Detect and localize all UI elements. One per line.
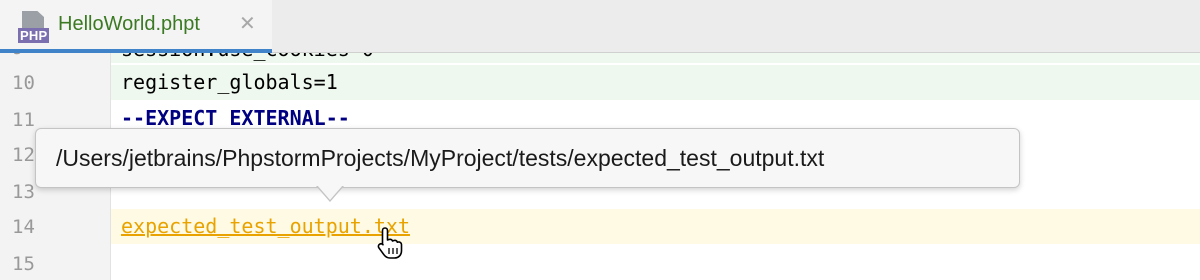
code-text: session.use_cookies=0 [121,53,374,61]
tab-title[interactable]: HelloWorld.phpt [58,13,200,36]
file-path-tooltip: /Users/jetbrains/PhpstormProjects/MyProj… [35,128,1020,188]
php-file-icon-label: PHP [18,28,50,43]
code-line[interactable]: session.use_cookies=0 [111,53,1200,63]
code-text: register_globals=1 [121,70,338,94]
hand-pointer-icon [377,227,403,259]
line-number: 14 [12,216,35,238]
line-number: 9 [12,53,72,59]
current-line[interactable]: expected_test_output.txt [111,209,1200,244]
file-reference-link[interactable]: expected_test_output.txt [121,214,410,238]
close-icon[interactable]: ✕ [239,13,256,35]
section-keyword: --EXPECT_EXTERNAL-- [121,106,350,130]
line-number: 15 [12,253,35,275]
editor-tab-bar: PHP HelloWorld.phpt ✕ [0,0,1200,53]
code-line[interactable] [111,245,1200,280]
tooltip-path-text: /Users/jetbrains/PhpstormProjects/MyProj… [56,145,825,171]
tab-helloworld[interactable]: PHP HelloWorld.phpt ✕ [0,0,272,53]
code-line[interactable]: register_globals=1 [111,65,1200,100]
tooltip-arrow [317,185,343,200]
line-number-partial: 9 [12,53,72,63]
php-file-icon: PHP [18,11,50,45]
line-number: 10 [12,72,35,94]
